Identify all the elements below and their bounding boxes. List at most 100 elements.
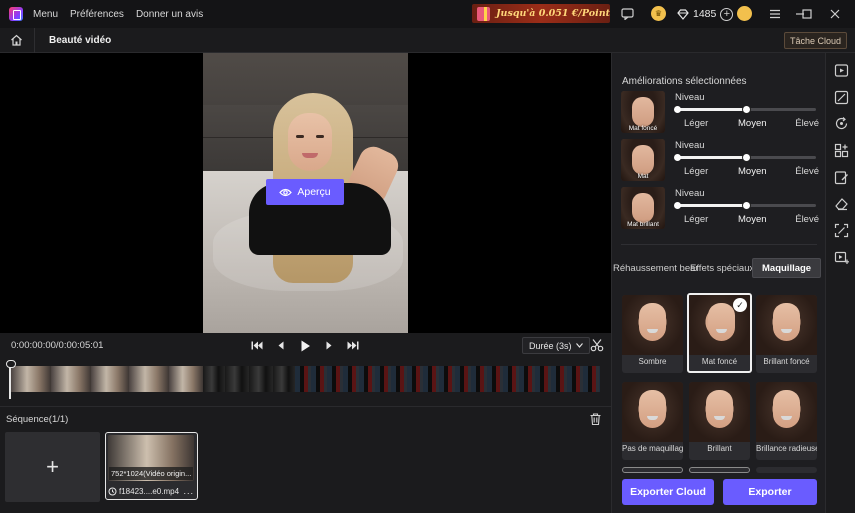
clip-name-row: f18423....e0.mp4 ... [108,485,194,497]
header-divider [34,27,35,53]
tool-strip [825,53,855,513]
crown-icon[interactable]: ♛ [651,6,666,21]
preferences-button[interactable]: Préférences [70,9,124,20]
tab-beauty[interactable]: Réhaussement beauté [613,258,697,278]
notification-icon[interactable] [737,6,752,21]
slider-knob[interactable] [742,105,751,114]
maximize-icon[interactable] [798,5,816,23]
style-card-brillant[interactable]: Brillant [689,382,750,460]
section-title: Améliorations sélectionnées [622,76,747,87]
timeline-frame [203,366,225,392]
style-label: Brillant foncé [763,357,810,366]
category-tabs: Réhaussement beauté Effets spéciaux Maqu… [612,258,826,278]
menu-lines-icon[interactable] [766,5,784,23]
timeline-frame [91,366,129,392]
trash-icon[interactable] [590,413,603,426]
level-mid: Moyen [738,166,767,177]
scissors-icon[interactable] [590,338,604,352]
eye-icon [279,188,293,196]
level-high: Élevé [795,166,819,177]
edit-crop-icon[interactable] [834,90,849,105]
previous-frame-icon[interactable] [274,339,288,352]
style-card-brillance-radieuse[interactable]: Brillance radieuse [756,382,817,460]
level-high: Élevé [795,214,819,225]
level-low: Léger [684,118,709,129]
timeline-frame [225,366,249,392]
duration-value: Durée (3s) [529,340,572,351]
style-label: Mat foncé [701,357,738,366]
export-button[interactable]: Exporter [723,479,817,505]
play-icon[interactable] [298,339,312,352]
tab-makeup[interactable]: Maquillage [752,258,822,278]
duration-dropdown[interactable]: Durée (3s) [522,337,590,354]
slider-start [674,154,681,161]
slider-knob[interactable] [742,201,751,210]
export-cloud-button[interactable]: Exporter Cloud [622,479,714,505]
clip-resolution: 752*1024(Vidéo origin... [109,467,193,480]
note-edit-icon[interactable] [834,170,849,185]
enhancement-thumbnail: Mat brillant [621,187,665,229]
level-label: Niveau [675,140,705,151]
level-low: Léger [684,166,709,177]
menu-button[interactable]: Menu [33,9,58,20]
level-label: Niveau [675,188,705,199]
style-card-partial[interactable] [756,467,817,473]
slider-knob[interactable] [742,153,751,162]
style-card-brillant-fonce[interactable]: Brillant foncé [756,295,817,373]
level-slider[interactable] [674,105,816,114]
style-card-partial[interactable] [689,467,750,473]
video-plus-icon[interactable] [834,250,849,265]
playhead[interactable] [6,360,16,399]
section-divider [621,244,817,245]
slider-fill [676,108,746,111]
promo-banner[interactable]: Jusqu'à 0.051 €/Point [472,4,610,23]
eraser-icon[interactable] [834,196,849,211]
tab-effects[interactable]: Effets spéciaux [690,258,754,278]
clip-card[interactable]: 752*1024(Vidéo origin... f18423....e0.mp… [105,432,198,500]
style-label: Brillance radieuse [756,444,817,453]
level-slider[interactable] [674,201,816,210]
sequence-title: Séquence(1/1) [6,414,69,425]
refresh-face-icon[interactable] [834,116,849,131]
play-box-icon[interactable] [834,63,849,78]
check-icon: ✓ [733,298,747,312]
scan-icon[interactable] [834,223,849,238]
close-icon[interactable] [826,5,844,23]
style-label: Brillant [707,444,732,453]
feedback-button[interactable]: Donner un avis [136,9,203,20]
cloud-task-button[interactable]: Tâche Cloud [783,32,847,49]
add-credits-icon[interactable]: + [720,7,734,21]
gift-icon [477,6,491,21]
add-clip-button[interactable]: + [5,432,100,502]
clip-name: f18423....e0.mp4 [119,486,180,496]
timeline-strip[interactable] [11,366,600,392]
style-card-mat-fonce[interactable]: Mat foncé ✓ [687,293,752,373]
slider-fill [676,156,746,159]
timeline-frame [295,366,600,392]
sequence-panel: Séquence(1/1) + 752*1024(Vidéo origin...… [0,406,611,513]
style-card-partial[interactable] [622,467,683,473]
message-icon[interactable] [619,6,635,22]
next-frame-icon[interactable] [322,339,336,352]
style-card-sombre[interactable]: Sombre [622,295,683,373]
skip-end-icon[interactable] [346,339,360,352]
more-options-icon[interactable]: ... [183,486,194,496]
enhancement-name: Mat foncé [628,125,658,132]
level-slider[interactable] [674,153,816,162]
page-title: Beauté vidéo [49,34,112,46]
page-header: Beauté vidéo Tâche Cloud [0,27,855,53]
home-icon[interactable] [8,32,24,48]
timeline-frame [273,366,295,392]
title-bar: Menu Préférences Donner un avis Jusqu'à … [0,0,855,28]
grid-plus-icon[interactable] [834,143,849,158]
preview-button[interactable]: Aperçu [266,179,344,205]
preview-button-label: Aperçu [297,186,331,198]
style-card-pas-de-maquillage[interactable]: Pas de maquillage [622,382,683,460]
style-label: Pas de maquillage [622,444,683,453]
app-logo-icon [9,7,23,21]
timeline-frame [51,366,91,392]
timeline[interactable] [0,358,611,404]
skip-start-icon[interactable] [250,339,264,352]
style-label: Sombre [638,357,667,366]
enhancement-thumbnail: Mat [621,139,665,181]
